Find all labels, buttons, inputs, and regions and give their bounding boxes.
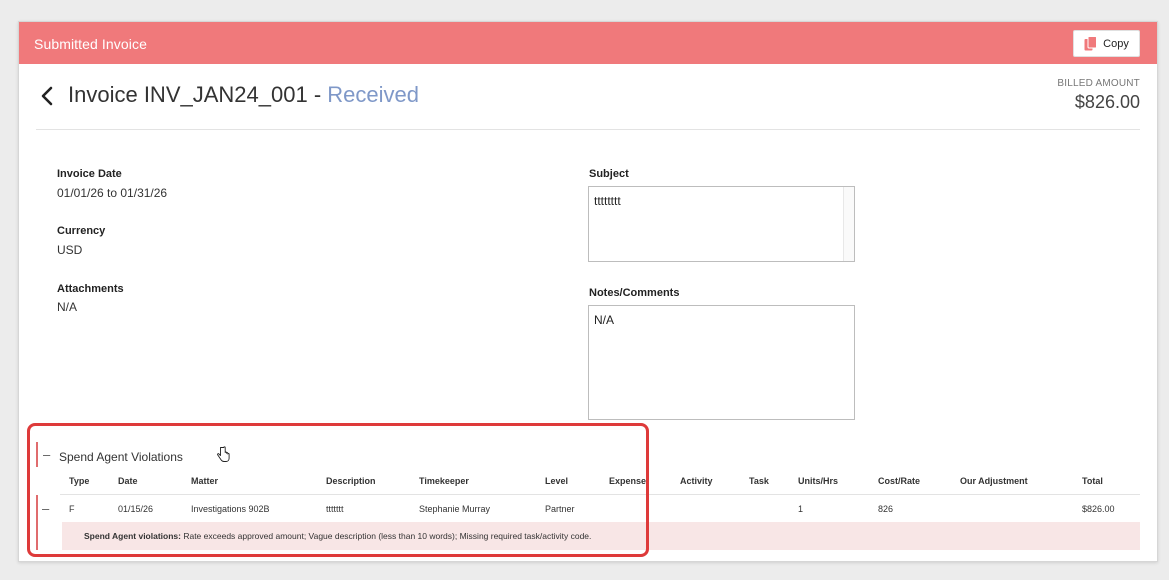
copy-button[interactable]: Copy (1073, 30, 1140, 57)
cell-timekeeper: Stephanie Murray (419, 504, 491, 514)
col-header-description: Description (326, 476, 376, 486)
title-separator: - (307, 82, 328, 107)
col-header-level: Level (545, 476, 569, 486)
cell-total: $826.00 (1082, 504, 1115, 514)
col-header-expense: Expense (609, 476, 647, 486)
copy-icon (1084, 36, 1098, 51)
chevron-left-icon[interactable] (39, 85, 55, 107)
col-header-activity: Activity (680, 476, 713, 486)
attachments-label: Attachments (57, 283, 124, 295)
invoice-number: Invoice INV_JAN24_001 (68, 82, 308, 107)
title-divider (36, 129, 1140, 130)
cell-level: Partner (545, 504, 575, 514)
cell-type: F (69, 504, 75, 514)
invoice-date-label: Invoice Date (57, 168, 122, 180)
subject-field[interactable]: tttttttt (588, 186, 855, 262)
invoice-window: Submitted Invoice Copy Invoice INV_JAN24… (18, 21, 1158, 562)
notes-value: N/A (594, 313, 615, 327)
col-header-adjustment: Our Adjustment (960, 476, 1028, 486)
col-header-units: Units/Hrs (798, 476, 839, 486)
row-marker (36, 495, 38, 550)
cell-units: 1 (798, 504, 804, 514)
cell-matter: Investigations 902B (191, 504, 270, 514)
currency-value: USD (57, 243, 83, 257)
violation-detail-text: Rate exceeds approved amount; Vague desc… (180, 531, 592, 541)
invoice-date-value: 01/01/26 to 01/31/26 (57, 186, 168, 200)
violations-section-title[interactable]: Spend Agent Violations (59, 450, 183, 464)
cell-cost-rate: 826 (878, 504, 894, 514)
col-header-task: Task (749, 476, 769, 486)
row-collapse-toggle[interactable]: – (42, 501, 49, 516)
col-header-matter: Matter (191, 476, 219, 486)
subject-scrollbar[interactable] (843, 187, 854, 261)
billed-amount-label: BILLED AMOUNT (1057, 78, 1140, 89)
section-marker (36, 442, 38, 467)
header-bar: Submitted Invoice Copy (19, 22, 1157, 64)
violation-detail: Spend Agent violations: Rate exceeds app… (62, 522, 1140, 550)
attachments-value: N/A (57, 300, 78, 314)
subject-label: Subject (589, 168, 629, 180)
cell-description: ttttttt (326, 504, 344, 514)
violation-detail-label: Spend Agent violations: (84, 531, 181, 541)
status-text: Received (327, 82, 419, 107)
billed-amount-value: $826.00 (1074, 92, 1140, 112)
page-title: Invoice INV_JAN24_001 - Received (68, 82, 419, 108)
header-title: Submitted Invoice (34, 36, 147, 52)
cell-date: 01/15/26 (118, 504, 154, 514)
currency-label: Currency (57, 225, 106, 237)
copy-button-label: Copy (1103, 37, 1129, 50)
col-header-type: Type (69, 476, 90, 486)
table-header-divider (60, 494, 1140, 495)
col-header-cost-rate: Cost/Rate (878, 476, 921, 486)
notes-label: Notes/Comments (589, 287, 680, 299)
subject-value: tttttttt (594, 194, 621, 208)
notes-field[interactable]: N/A (588, 305, 855, 420)
section-collapse-toggle[interactable]: – (43, 447, 50, 462)
col-header-timekeeper: Timekeeper (419, 476, 469, 486)
hand-cursor-icon (216, 446, 230, 468)
col-header-date: Date (118, 476, 138, 486)
col-header-total: Total (1082, 476, 1103, 486)
